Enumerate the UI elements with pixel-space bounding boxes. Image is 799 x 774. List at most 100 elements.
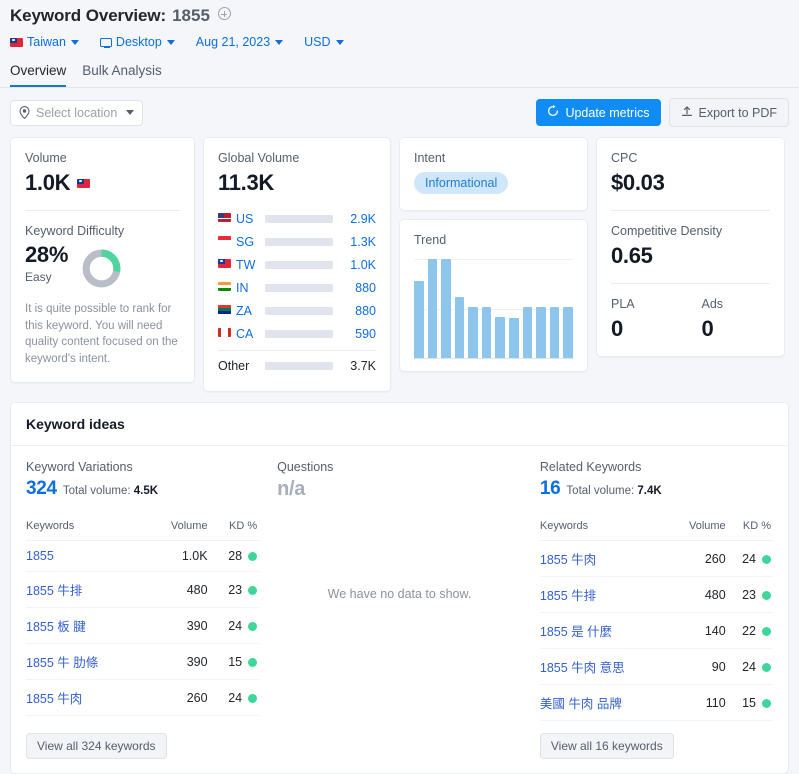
- keyword-variations-column: Keyword Variations 324 Total volume: 4.5…: [26, 460, 260, 721]
- volume-bar: [265, 237, 333, 246]
- list-item[interactable]: IN 880: [218, 276, 376, 299]
- table-row[interactable]: 1855 牛肉 意思 90 24: [539, 648, 773, 685]
- table-row[interactable]: 1855 牛 肋條 390 15: [26, 643, 260, 680]
- column-title: Keyword Variations: [26, 460, 133, 474]
- list-item[interactable]: CA 590: [218, 322, 376, 345]
- device-filter-label: Desktop: [115, 35, 162, 49]
- keyword-cell[interactable]: 1855 板 腱: [26, 607, 147, 644]
- table-row[interactable]: 1855 牛排 480 23: [539, 576, 773, 613]
- keyword-link[interactable]: 1855 牛肉: [540, 553, 596, 567]
- keyword-cell[interactable]: 1855 牛肉: [26, 679, 147, 716]
- list-item[interactable]: US 2.9K: [218, 207, 376, 230]
- keyword-link[interactable]: 1855 是 什麼: [540, 625, 612, 639]
- upload-icon: [681, 105, 693, 120]
- trend-bar[interactable]: [549, 307, 560, 359]
- keyword-link[interactable]: 1855 牛肉 意思: [540, 661, 625, 675]
- column-count[interactable]: 324: [26, 478, 57, 500]
- kd-cell: 15: [725, 684, 773, 721]
- table-row[interactable]: 1855 牛排 480 23: [26, 571, 260, 608]
- trend-bar[interactable]: [509, 318, 519, 359]
- trend-bar[interactable]: [454, 297, 465, 359]
- keyword-link[interactable]: 1855 牛排: [540, 589, 596, 603]
- column-header-keywords[interactable]: Keywords: [26, 520, 147, 541]
- keyword-cell[interactable]: 美國 牛肉 品牌: [539, 684, 670, 721]
- divider: [611, 210, 770, 211]
- keyword-cell[interactable]: 1855 牛排: [26, 571, 147, 608]
- list-item-other: Other 3.7K: [218, 354, 376, 377]
- view-all-variations-button[interactable]: View all 324 keywords: [26, 733, 167, 759]
- trend-bar[interactable]: [441, 259, 451, 359]
- currency-filter[interactable]: USD: [304, 35, 344, 49]
- kd-cell: 24: [207, 679, 260, 716]
- pla-label: PLA: [611, 297, 635, 311]
- volume-value-row: 1.0K: [25, 170, 180, 196]
- location-select[interactable]: Select location: [10, 99, 144, 126]
- footer-col-variations: View all 324 keywords: [26, 733, 259, 759]
- column-header-volume[interactable]: Volume: [146, 520, 208, 541]
- trend-bar[interactable]: [468, 307, 478, 359]
- trend-bars-group: [414, 259, 573, 359]
- table-row[interactable]: 美國 牛肉 品牌 110 15: [539, 684, 773, 721]
- keyword-link[interactable]: 1855 牛排: [26, 584, 82, 598]
- volume-bar: [265, 361, 333, 370]
- trend-bar[interactable]: [481, 307, 492, 359]
- volume-label: Volume: [25, 151, 67, 165]
- keyword-cell[interactable]: 1855 牛排: [539, 576, 670, 613]
- table-row[interactable]: 1855 1.0K 28: [26, 540, 260, 572]
- column-header-keywords[interactable]: Keywords: [539, 520, 670, 541]
- column-header-volume[interactable]: Volume: [669, 520, 726, 541]
- trend-bar[interactable]: [563, 307, 573, 359]
- country-filter-label: Taiwan: [27, 35, 66, 49]
- table-row[interactable]: 1855 板 腱 390 24: [26, 607, 260, 644]
- export-to-pdf-label: Export to PDF: [698, 105, 778, 120]
- intent-badge[interactable]: Informational: [414, 172, 509, 194]
- tab-bulk-analysis[interactable]: Bulk Analysis: [82, 63, 162, 87]
- trend-bar[interactable]: [495, 317, 506, 359]
- competitive-density-label: Competitive Density: [611, 224, 723, 238]
- column-header-kd[interactable]: KD %: [725, 520, 773, 541]
- keyword-cell[interactable]: 1855 牛肉 意思: [539, 648, 670, 685]
- trend-bar[interactable]: [536, 307, 546, 359]
- view-all-related-button[interactable]: View all 16 keywords: [539, 733, 674, 759]
- update-metrics-button[interactable]: Update metrics: [536, 99, 661, 126]
- keyword-link[interactable]: 1855 牛 肋條: [26, 656, 98, 670]
- country-volume: 880: [355, 280, 376, 295]
- column-title: Related Keywords: [539, 460, 642, 474]
- currency-filter-label: USD: [304, 35, 331, 49]
- device-filter[interactable]: Desktop: [99, 35, 175, 49]
- table-row[interactable]: 1855 牛肉 260 24: [539, 540, 773, 577]
- column-header-kd[interactable]: KD %: [207, 520, 260, 541]
- trend-bar[interactable]: [522, 307, 533, 359]
- keyword-variations-table: Keywords Volume KD % 1855 1.0K 28 1855 牛…: [26, 520, 260, 716]
- volume-cell: 480: [669, 576, 726, 613]
- keyword-cell[interactable]: 1855: [26, 540, 147, 572]
- table-row[interactable]: 1855 牛肉 260 24: [26, 679, 260, 716]
- page-title: Keyword Overview: 1855: [10, 6, 789, 26]
- list-item[interactable]: ZA 880: [218, 299, 376, 322]
- column-count[interactable]: 16: [540, 478, 561, 500]
- keyword-link[interactable]: 1855 板 腱: [26, 620, 86, 634]
- keyword-link[interactable]: 1855 牛肉: [26, 692, 82, 706]
- keyword-cell[interactable]: 1855 牛 肋條: [26, 643, 147, 680]
- column-title: Questions: [277, 460, 334, 474]
- trend-bar[interactable]: [414, 281, 424, 359]
- divider: [25, 210, 180, 211]
- plus-circle-icon[interactable]: [217, 7, 231, 20]
- keyword-cell[interactable]: 1855 是 什麼: [539, 612, 670, 649]
- keyword-cell[interactable]: 1855 牛肉: [539, 540, 670, 577]
- kd-cell: 23: [725, 576, 773, 613]
- trend-bar[interactable]: [427, 259, 438, 359]
- list-item[interactable]: SG 1.3K: [218, 230, 376, 253]
- divider: [611, 283, 770, 284]
- keyword-link[interactable]: 美國 牛肉 品牌: [540, 697, 622, 711]
- list-item[interactable]: TW 1.0K: [218, 253, 376, 276]
- table-row[interactable]: 1855 是 什麼 140 22: [539, 612, 773, 649]
- country-code: CA: [236, 326, 254, 341]
- export-to-pdf-button[interactable]: Export to PDF: [668, 98, 789, 127]
- volume-bar: [265, 260, 333, 269]
- country-filter[interactable]: Taiwan: [10, 35, 79, 49]
- tab-overview[interactable]: Overview: [10, 63, 67, 87]
- keyword-link[interactable]: 1855: [26, 549, 54, 563]
- global-volume-card: Global Volume 11.3K US 2.9K SG 1.3K TW 1…: [203, 137, 391, 392]
- date-filter[interactable]: Aug 21, 2023: [196, 35, 284, 49]
